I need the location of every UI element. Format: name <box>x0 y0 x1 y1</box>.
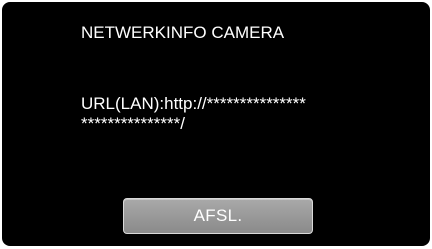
url-info: URL(LAN):http://*************** ********… <box>81 94 306 134</box>
camera-screen: NETWERKINFO CAMERA URL(LAN):http://*****… <box>2 2 430 246</box>
url-line-2: ***************/ <box>81 114 185 133</box>
url-line-1: URL(LAN):http://*************** <box>81 94 306 113</box>
dialog-title: NETWERKINFO CAMERA <box>81 23 285 42</box>
close-button[interactable]: AFSL. <box>123 198 313 234</box>
